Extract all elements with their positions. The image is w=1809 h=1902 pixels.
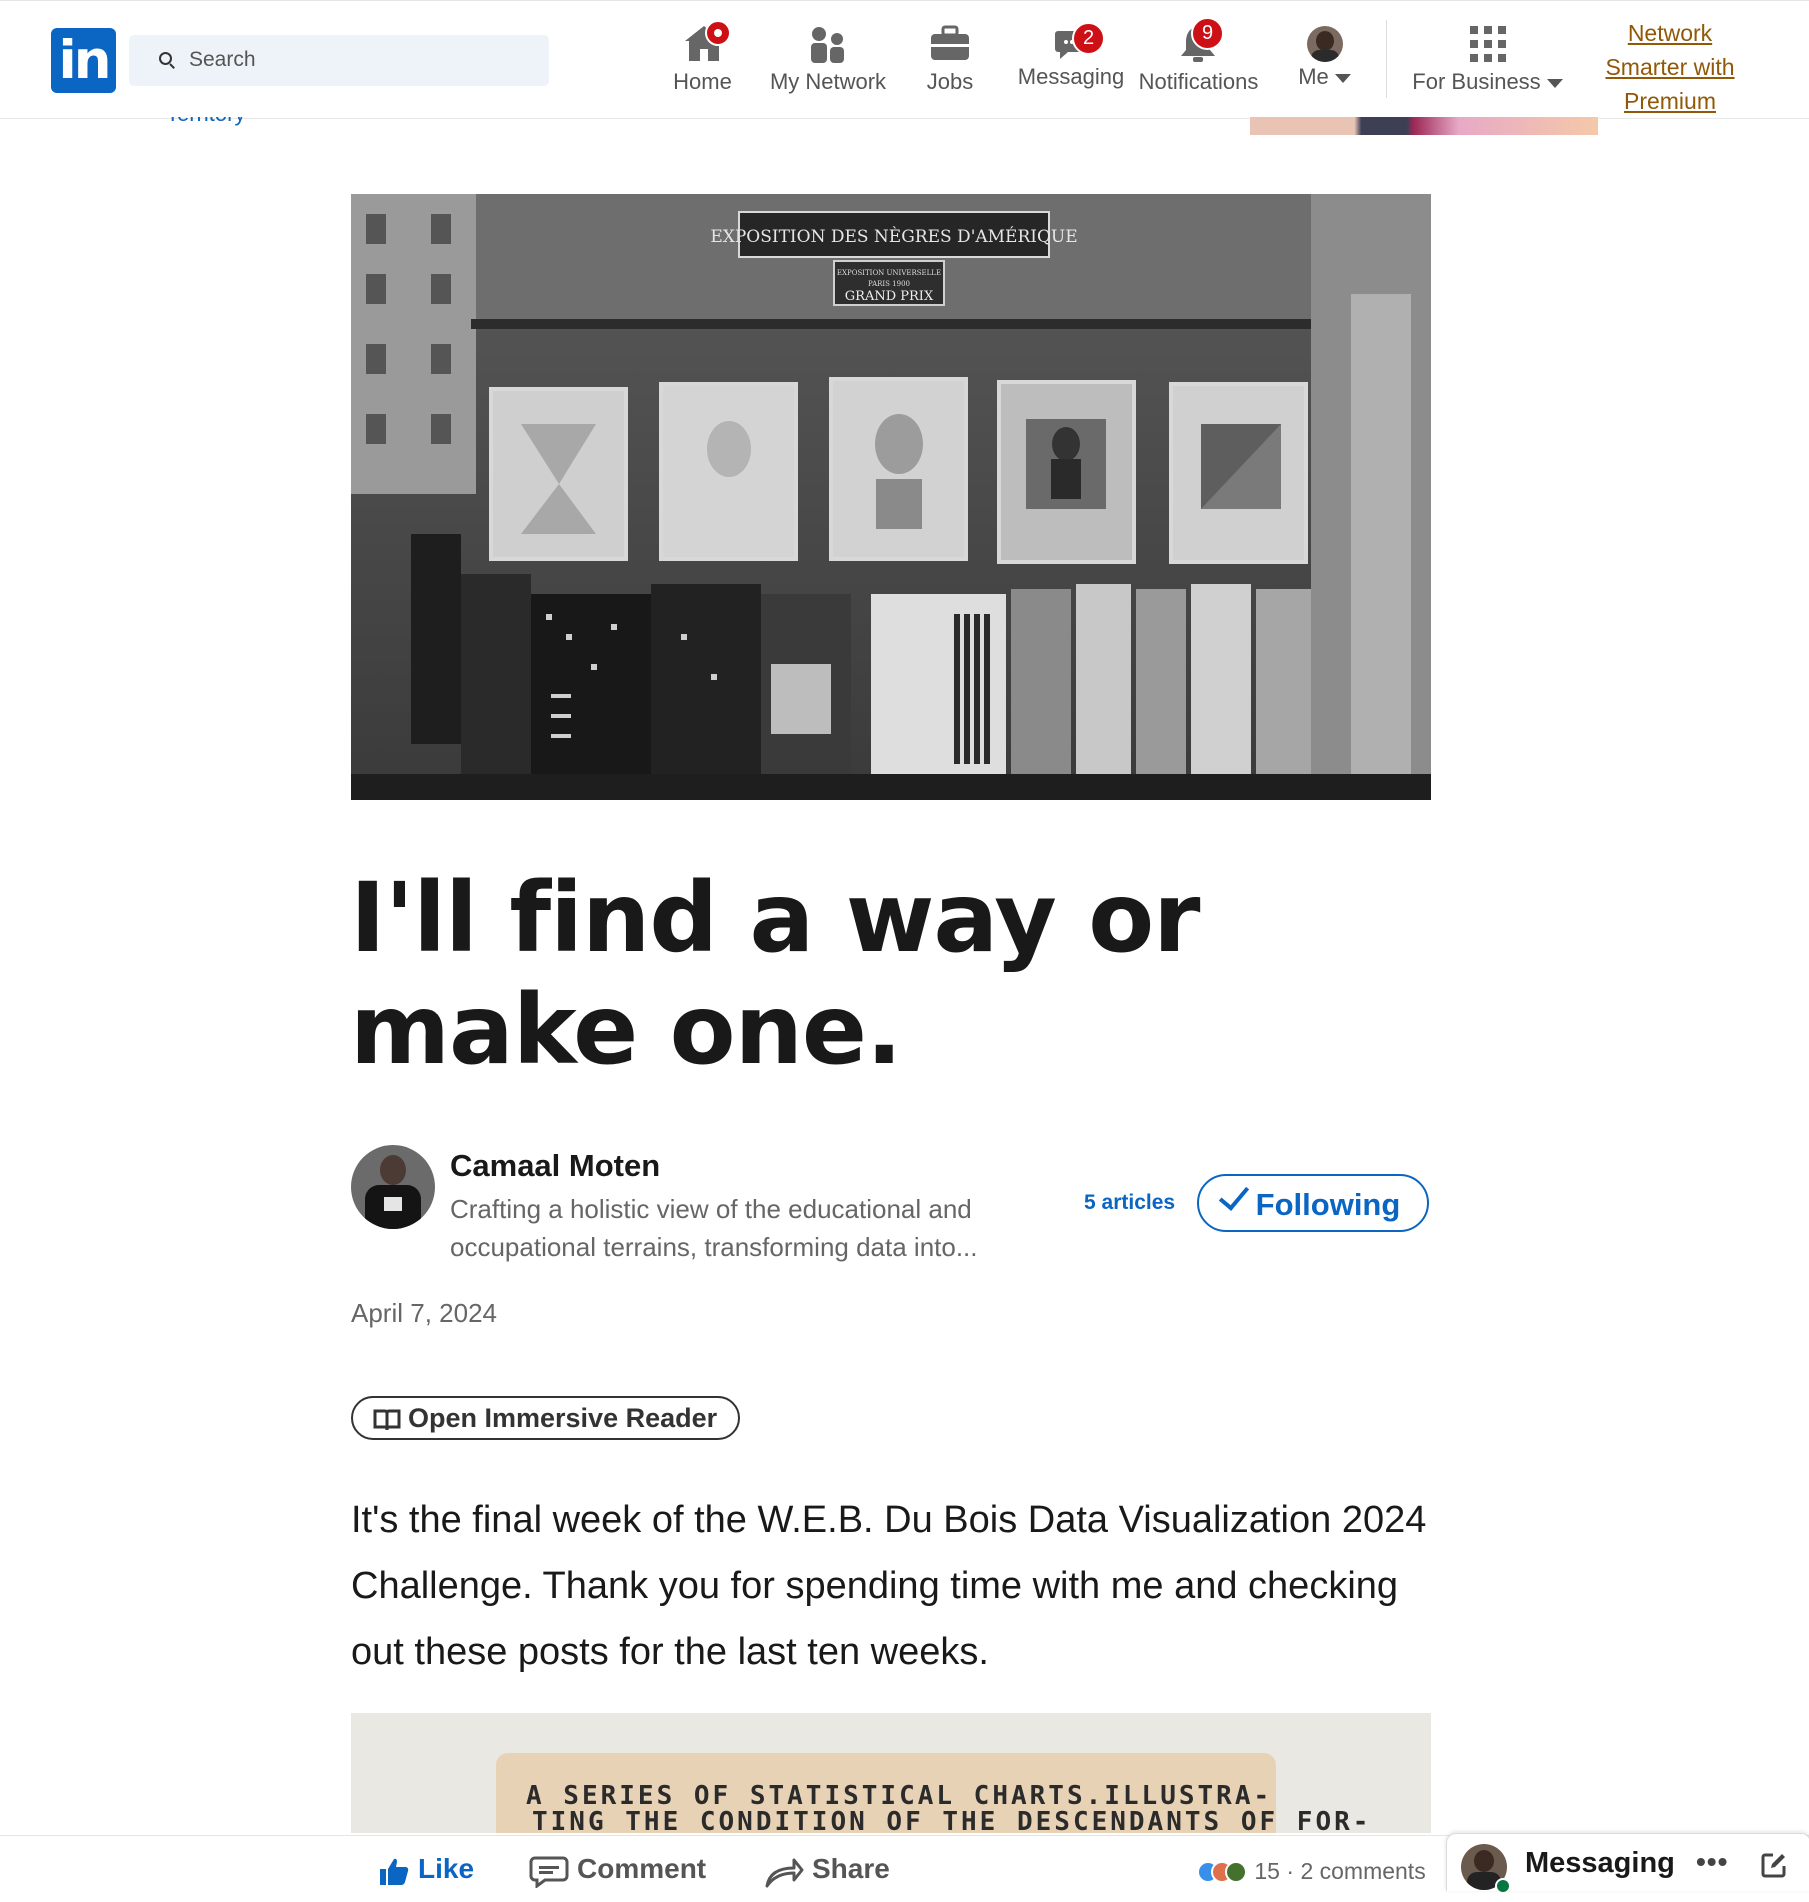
search-placeholder: Search <box>189 48 256 71</box>
nav-jobs[interactable]: Jobs <box>920 1 980 118</box>
immersive-reader-button[interactable]: Open Immersive Reader <box>351 1396 740 1440</box>
nav-messaging-label: Messaging <box>1017 64 1125 89</box>
following-button[interactable]: Following <box>1197 1174 1429 1232</box>
publish-date: April 7, 2024 <box>351 1298 497 1328</box>
author-avatar[interactable] <box>351 1145 435 1229</box>
article-inline-image: A SERIES OF STATISTICAL CHARTS.ILLUSTRA-… <box>351 1713 1431 1833</box>
premium-line-1: Network <box>1627 20 1713 46</box>
plaque-line-3: GRAND PRIX <box>845 289 934 304</box>
messaging-dock-label: Messaging <box>1525 1847 1675 1879</box>
compose-icon[interactable] <box>1761 1852 1787 1878</box>
premium-upsell-link[interactable]: Network Smarter with Premium <box>1590 16 1750 118</box>
statistical-charts-title-card: A SERIES OF STATISTICAL CHARTS.ILLUSTRA-… <box>496 1753 1368 1833</box>
nav-me[interactable]: Me <box>1287 1 1362 118</box>
top-nav: in Search Home My Network Jobs 2 Messagi… <box>0 0 1809 119</box>
comment-button[interactable]: Comment <box>529 1836 709 1891</box>
reaction-icons <box>1197 1861 1247 1883</box>
online-status-dot <box>1495 1878 1511 1894</box>
exhibition-photo: EXPOSITION DES NÈGRES D'AMÉRIQUE EXPOSIT… <box>351 194 1431 800</box>
home-notification-dot <box>705 20 731 46</box>
book-open-icon <box>373 1409 401 1431</box>
linkedin-logo[interactable]: in <box>51 28 116 93</box>
notifications-badge: 9 <box>1191 17 1224 50</box>
nav-my-network[interactable]: My Network <box>758 1 898 118</box>
nav-notifications[interactable]: 9 Notifications <box>1130 1 1267 118</box>
immersive-reader-label: Open Immersive Reader <box>408 1403 718 1433</box>
nav-my-network-label: My Network <box>769 69 887 94</box>
nav-notifications-label: Notifications <box>1138 69 1259 94</box>
plaque-line-2: PARIS 1900 <box>868 280 910 288</box>
nav-home-label: Home <box>673 69 732 94</box>
my-network-icon <box>811 27 844 63</box>
separator-dot: · <box>1286 1858 1301 1884</box>
nav-divider <box>1386 20 1387 98</box>
author-articles-count[interactable]: 5 articles <box>1084 1191 1175 1215</box>
nav-for-business[interactable]: For Business <box>1405 1 1570 118</box>
following-label: Following <box>1255 1187 1401 1222</box>
thumbs-up-icon <box>380 1858 409 1885</box>
chevron-down-icon <box>1546 78 1563 88</box>
author-name[interactable]: Camaal Moten <box>450 1148 660 1184</box>
chevron-down-icon <box>1334 73 1351 83</box>
scrolled-banner-peek <box>1250 117 1598 135</box>
nav-for-business-label: For Business <box>1405 69 1570 95</box>
nav-home[interactable]: Home <box>665 1 740 118</box>
comment-icon <box>529 1856 569 1888</box>
premium-line-2: Smarter with <box>1605 54 1735 80</box>
share-label: Share <box>812 1853 890 1884</box>
nav-me-label: Me <box>1287 64 1362 90</box>
briefcase-icon <box>931 25 969 60</box>
scrolled-link-peek: Territory <box>166 117 286 135</box>
like-button[interactable]: Like <box>378 1836 488 1891</box>
social-counts[interactable]: 15 · 2 comments <box>1196 1858 1426 1885</box>
article-cover-image: EXPOSITION DES NÈGRES D'AMÉRIQUE EXPOSIT… <box>351 194 1431 800</box>
plaque-line-1: EXPOSITION UNIVERSELLE <box>837 269 941 277</box>
checkmark-icon <box>1218 1179 1249 1211</box>
search-input[interactable]: Search <box>129 35 549 86</box>
image-caption-line-2: TING THE CONDITION OF THE DESCENDANTS OF… <box>532 1807 1372 1833</box>
more-options-icon[interactable]: ••• <box>1696 1846 1728 1878</box>
messaging-badge: 2 <box>1072 22 1105 55</box>
share-arrow-icon <box>765 1858 804 1888</box>
like-label: Like <box>418 1853 475 1884</box>
comment-label: Comment <box>577 1853 707 1884</box>
share-button[interactable]: Share <box>764 1836 904 1891</box>
apps-grid-icon <box>1470 26 1506 62</box>
author-headline: Crafting a holistic view of the educatio… <box>450 1194 978 1262</box>
article-title: I'll find a way or make one. <box>350 862 1201 1086</box>
nav-messaging[interactable]: 2 Messaging <box>1012 1 1130 118</box>
reactions-count: 15 <box>1254 1858 1280 1884</box>
comments-count: 2 comments <box>1300 1858 1426 1884</box>
premium-line-3: Premium <box>1623 88 1716 114</box>
image-caption-line-1: A SERIES OF STATISTICAL CHARTS.ILLUSTRA- <box>526 1781 1273 1811</box>
me-avatar <box>1307 26 1343 62</box>
nav-jobs-label: Jobs <box>926 69 974 94</box>
exhibit-sign-text: EXPOSITION DES NÈGRES D'AMÉRIQUE <box>710 226 1077 247</box>
search-icon <box>159 52 172 65</box>
article-paragraph: It's the final week of the W.E.B. Du Boi… <box>351 1499 1427 1673</box>
messaging-dock[interactable]: Messaging ••• <box>1446 1833 1809 1894</box>
